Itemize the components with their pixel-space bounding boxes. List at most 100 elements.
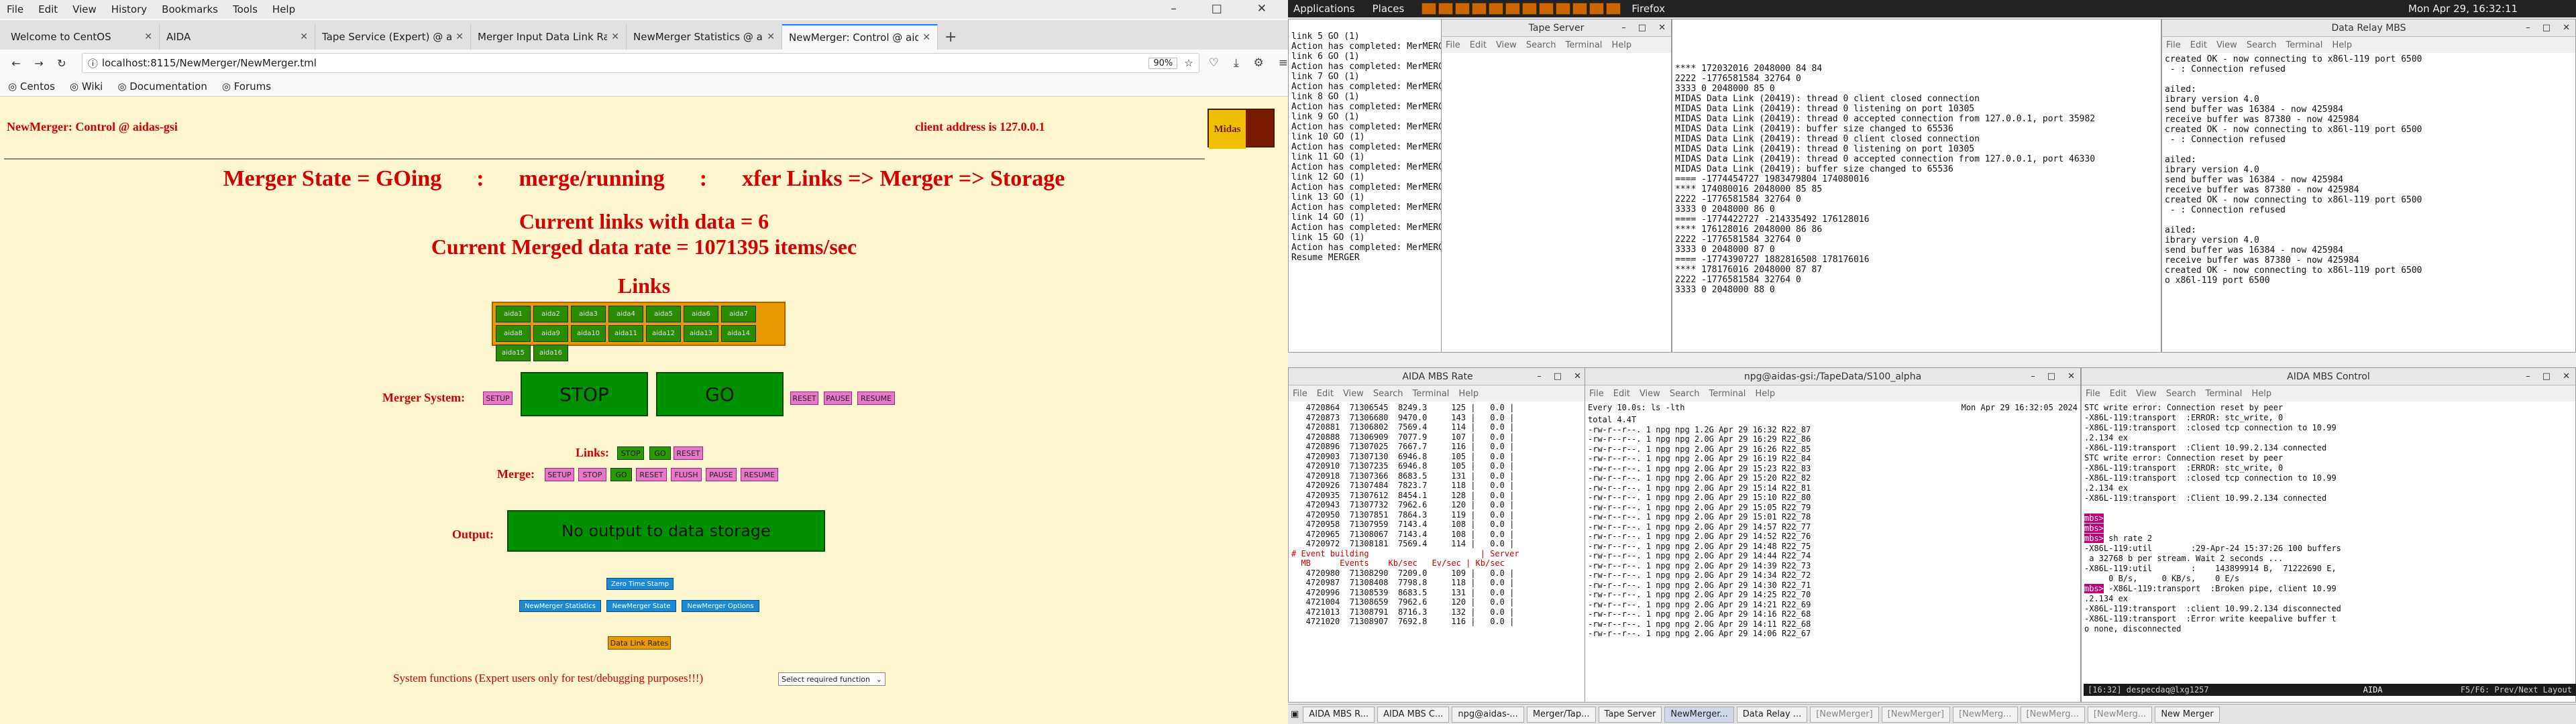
link-button[interactable]: aida15 [496,345,531,361]
launcher-icon[interactable] [1556,3,1571,15]
terminal-mbs-control[interactable]: AIDA MBS Control – □ ✕ File Edit View Search Te… [2081,367,2576,703]
url-bar[interactable]: ⓘ localhost:8115/NewMerger/NewMerger.tml… [81,53,1199,73]
tab-newmerger-control[interactable]: NewMerger: Control @ aida ✕ [782,24,938,50]
taskbar-item[interactable]: AIDA MBS C... [1377,706,1450,723]
menu-help[interactable]: Help [2251,389,2271,399]
launcher-icon[interactable] [1572,3,1588,15]
terminal-tape-server-body[interactable]: **** 172032016 2048000 84 84 2222 -177658… [1672,19,2161,353]
minimize-icon[interactable]: – [2526,19,2530,37]
back-icon[interactable]: ← [7,57,25,70]
newmerger-state-button[interactable]: NewMerger State [606,600,676,612]
menu-view[interactable]: View [1496,40,1517,50]
tab-aida[interactable]: AIDA ✕ [160,24,315,50]
menu-view[interactable]: View [72,3,97,15]
menu-file[interactable]: File [2166,40,2181,50]
menu-edit[interactable]: Edit [1613,389,1630,399]
menu-search[interactable]: Search [1526,40,1556,50]
launcher-icon[interactable] [1589,3,1605,15]
taskbar-item[interactable]: [NewMerg... [2087,706,2153,723]
maximize-icon[interactable]: □ [2542,19,2551,37]
taskbar-item[interactable]: New Merger [2155,706,2220,723]
menu-terminal[interactable]: Terminal [2205,389,2242,399]
menu-file[interactable]: File [1589,389,1604,399]
minimize-icon[interactable]: – [1537,368,1542,385]
menu-help[interactable]: Help [1458,389,1479,399]
close-icon[interactable]: ✕ [2563,368,2570,385]
menu-edit[interactable]: Edit [1317,389,1334,399]
menu-terminal[interactable]: Terminal [2286,40,2322,50]
menu-bookmarks[interactable]: Bookmarks [162,3,218,15]
menu-help[interactable]: Help [1611,40,1631,50]
tab-close-icon[interactable]: ✕ [767,32,775,42]
menu-help[interactable]: Help [2332,40,2352,50]
links-reset-button[interactable]: RESET [674,446,703,460]
menu-tools[interactable]: Tools [233,3,258,15]
merge-stop-button[interactable]: STOP [578,468,606,481]
tab-close-icon[interactable]: ✕ [300,32,308,42]
taskbar-item[interactable]: NewMerger... [1664,706,1734,723]
taskbar-item[interactable]: AIDA MBS R... [1303,706,1375,723]
merge-flush-button[interactable]: FLUSH [671,468,702,481]
menu-file[interactable]: File [2086,389,2100,399]
tab-close-icon[interactable]: ✕ [611,32,619,42]
bookmark-wiki[interactable]: ◎ Wiki [70,80,103,93]
launcher-icon[interactable] [1505,3,1521,15]
menu-edit[interactable]: Edit [38,3,58,15]
menu-edit[interactable]: Edit [2190,40,2207,50]
system-resume-button[interactable]: RESUME [857,391,895,405]
output-status[interactable]: No output to data storage [507,510,825,552]
download-icon[interactable]: ⤓ [1234,56,1239,70]
link-button[interactable]: aida12 [646,325,681,342]
terminal-merger-log[interactable]: link 5 GO (1) Action has completed: MerME… [1288,19,1442,353]
link-button[interactable]: aida8 [496,325,531,342]
pocket-icon[interactable]: ♡ [1209,56,1219,70]
terminal-mbs-rate[interactable]: AIDA MBS Rate – □ ✕ File Edit View Search Termi… [1288,367,1587,703]
forward-icon[interactable]: → [30,57,48,70]
terminal-tapedata[interactable]: npg@aidas-gsi:/TapeData/S100_alpha – □ ✕ Fi… [1585,367,2081,703]
tab-merger-input[interactable]: Merger Input Data Link Rate ✕ [471,24,627,50]
maximize-icon[interactable]: □ [2047,368,2055,385]
clock[interactable]: Mon Apr 29, 16:32:11 [2408,3,2518,15]
taskbar-item[interactable]: [NewMerger] [1881,706,1951,723]
menu-view[interactable]: View [1640,389,1660,399]
bookmark-centos[interactable]: ◎ Centos [8,80,55,93]
zero-time-stamp-button[interactable]: Zero Time Stamp [606,578,674,590]
link-button[interactable]: aida16 [533,345,568,361]
menu-help[interactable]: Help [272,3,295,15]
menu-terminal[interactable]: Terminal [1412,389,1449,399]
info-icon[interactable]: ⓘ [88,56,98,70]
merge-resume-button[interactable]: RESUME [741,468,778,481]
close-icon[interactable]: ✕ [1257,2,1267,15]
taskbar-item[interactable]: Data Relay ... [1736,706,1808,723]
system-setup-button[interactable]: SETUP [483,391,513,405]
minimize-icon[interactable]: – [1171,2,1177,15]
tab-newmerger-stats[interactable]: NewMerger Statistics @ aida ✕ [627,24,782,50]
launcher-icon[interactable] [1421,3,1437,15]
stop-button[interactable]: STOP [521,372,648,416]
maximize-icon[interactable]: □ [1554,368,1562,385]
show-desktop-icon[interactable]: ▣ [1291,709,1299,719]
menu-terminal[interactable]: Terminal [1565,40,1602,50]
links-go-button[interactable]: GO [649,446,671,460]
launcher-icon[interactable] [1606,3,1621,15]
close-icon[interactable]: ✕ [2563,19,2570,37]
menu-view[interactable]: View [2216,40,2237,50]
menu-file[interactable]: File [7,3,23,15]
taskbar-item[interactable]: [NewMerg... [2020,706,2085,723]
system-pause-button[interactable]: PAUSE [824,391,852,405]
tab-welcome[interactable]: Welcome to CentOS ✕ [4,24,160,50]
link-button[interactable]: aida3 [571,306,606,322]
link-button[interactable]: aida10 [571,325,606,342]
menu-view[interactable]: View [1343,389,1364,399]
menu-edit[interactable]: Edit [2110,389,2127,399]
link-button[interactable]: aida7 [721,306,756,322]
tab-close-icon[interactable]: ✕ [455,32,464,42]
applications-menu[interactable]: Applications [1293,3,1355,15]
menu-file[interactable]: File [1446,40,1460,50]
menu-history[interactable]: History [111,3,147,15]
menu-help[interactable]: Help [1755,389,1775,399]
taskbar-item[interactable]: npg@aidas-... [1452,706,1524,723]
taskbar-item[interactable]: Tape Server [1598,706,1662,723]
menu-search[interactable]: Search [2166,389,2196,399]
maximize-icon[interactable]: □ [2542,368,2551,385]
